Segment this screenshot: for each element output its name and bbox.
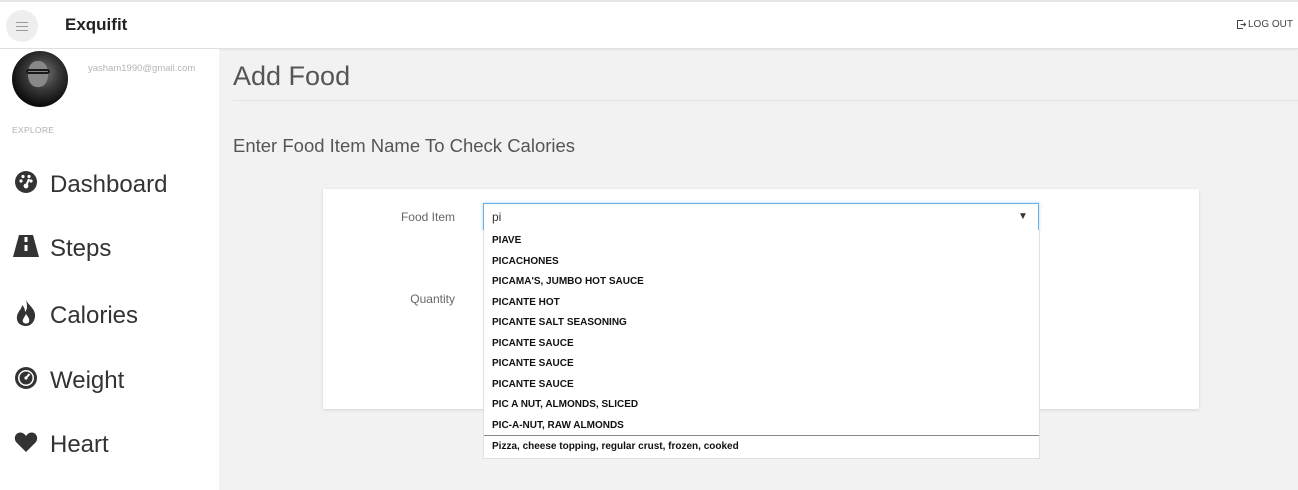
food-item-label: Food Item <box>400 210 455 224</box>
sidebar-item-label: Steps <box>50 235 112 262</box>
gauge-icon <box>12 366 40 396</box>
dropdown-option[interactable]: PICANTE SALT SEASONING <box>484 312 1039 333</box>
tachometer-icon <box>12 170 40 200</box>
quantity-label: Quantity <box>410 292 455 306</box>
fire-icon <box>12 300 40 332</box>
chevron-down-icon[interactable]: ▼ <box>1018 211 1028 222</box>
dropdown-option[interactable]: Pizza, cheese topping, regular crust, fr… <box>484 435 1039 456</box>
dropdown-option[interactable]: PICAMA'S, JUMBO HOT SAUCE <box>484 271 1039 292</box>
sidebar-item-steps[interactable]: Steps <box>12 235 111 263</box>
dropdown-option[interactable]: PIAVE <box>484 230 1039 251</box>
dropdown-option[interactable]: PICANTE SAUCE <box>484 333 1039 354</box>
sidebar-item-label: Weight <box>50 367 125 394</box>
sidebar-item-dashboard[interactable]: Dashboard <box>12 170 167 200</box>
logout-button[interactable]: ➜ LOG OUT <box>1236 19 1293 30</box>
food-item-input[interactable] <box>483 203 1039 231</box>
sidebar-item-label: Dashboard <box>50 171 168 198</box>
sidebar-item-label: Calories <box>50 302 139 329</box>
user-email: yasham1990@gmail.com <box>88 63 196 74</box>
sidebar-item-label: Heart <box>50 431 109 458</box>
dropdown-option[interactable]: PICACHONES <box>484 251 1039 272</box>
heart-icon <box>12 431 40 459</box>
title-divider <box>233 100 1298 101</box>
dropdown-option[interactable]: PICANTE HOT <box>484 292 1039 313</box>
sidebar-item-weight[interactable]: Weight <box>12 366 124 396</box>
app-brand[interactable]: Exquifit <box>65 15 127 35</box>
dropdown-option[interactable]: PICANTE SAUCE <box>484 353 1039 374</box>
dropdown-option[interactable]: PIC-A-NUT, RAW ALMONDS <box>484 415 1039 436</box>
avatar <box>12 51 68 107</box>
page-subtitle: Enter Food Item Name To Check Calories <box>233 135 576 156</box>
section-label: EXPLORE <box>12 125 55 135</box>
logout-label: LOG OUT <box>1247 19 1293 30</box>
sidebar: yasham1990@gmail.com EXPLORE Dashboard S… <box>0 49 219 490</box>
road-icon <box>12 235 40 263</box>
sidebar-item-calories[interactable]: Calories <box>12 300 138 332</box>
autocomplete-dropdown: PIAVE PICACHONES PICAMA'S, JUMBO HOT SAU… <box>483 230 1040 459</box>
top-navbar: Exquifit ➜ LOG OUT <box>0 0 1298 49</box>
sidebar-item-heart[interactable]: Heart <box>12 431 109 459</box>
dropdown-option[interactable]: PIC A NUT, ALMONDS, SLICED <box>484 394 1039 415</box>
hamburger-menu-icon[interactable] <box>6 10 38 42</box>
dropdown-option[interactable]: PICANTE SAUCE <box>484 374 1039 395</box>
page-title: Add Food <box>233 61 351 91</box>
sign-out-icon: ➜ <box>1236 20 1247 29</box>
